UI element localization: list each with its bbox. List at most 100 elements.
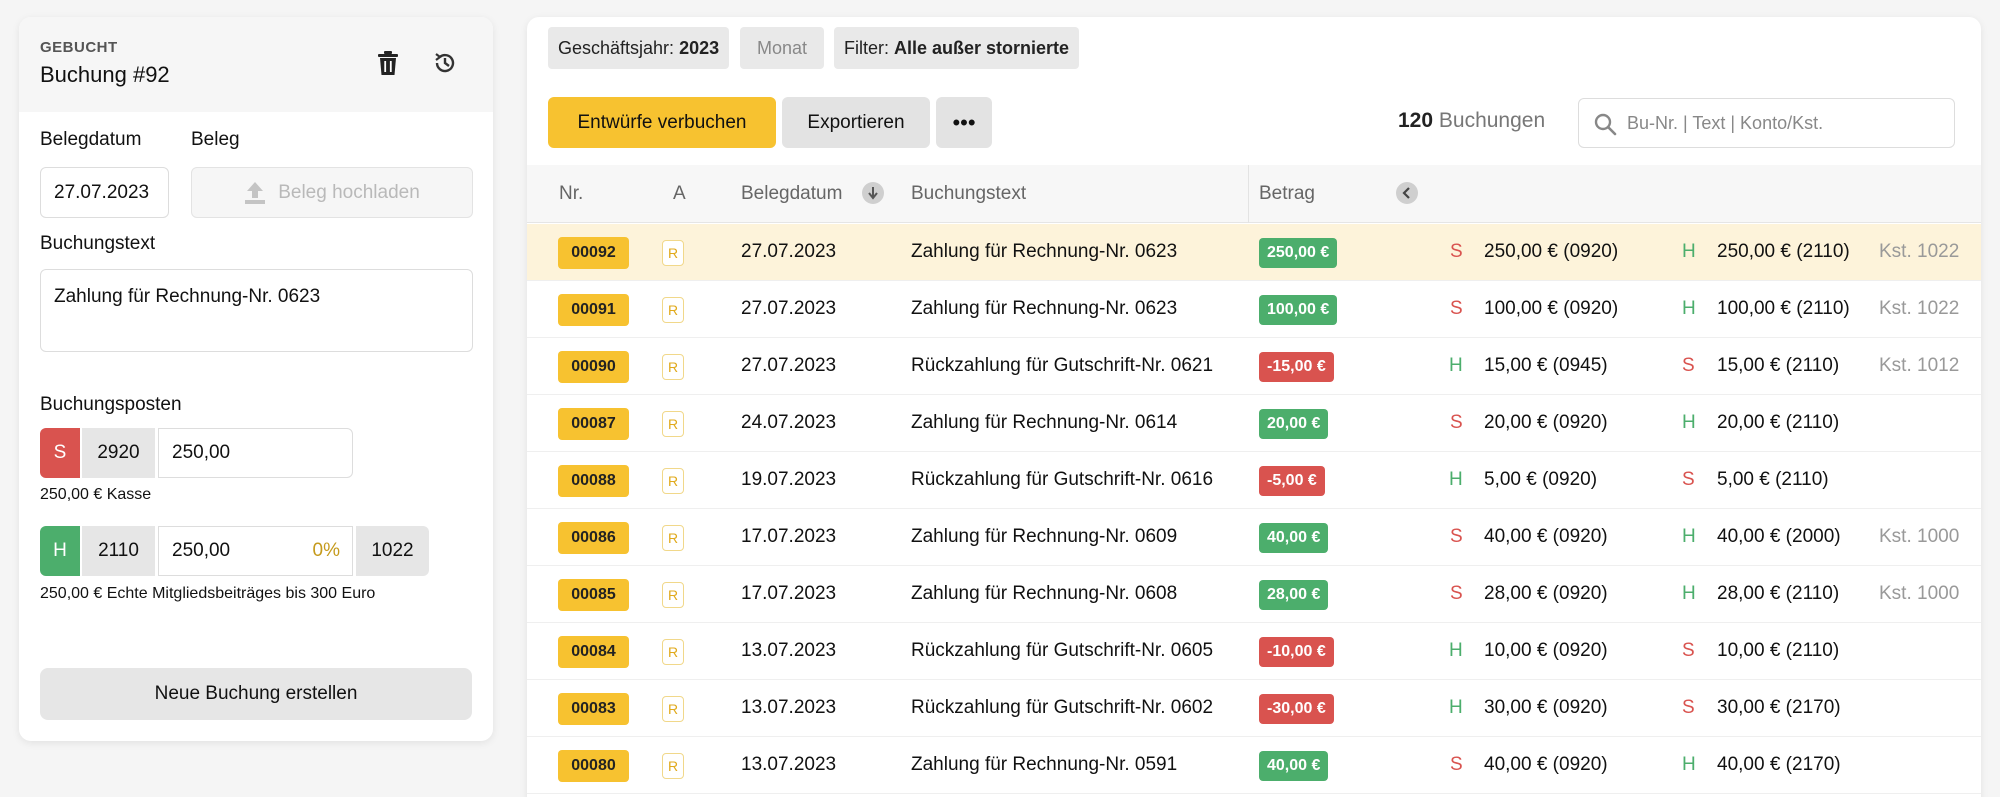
posten-side-badge[interactable]: H bbox=[40, 526, 80, 576]
table-row[interactable]: 00092 R 27.07.2023 Zahlung für Rechnung-Nr.… bbox=[527, 224, 1981, 281]
table-row[interactable]: 00080 R 13.07.2023 Zahlung für Rechnung-Nr.… bbox=[527, 737, 1981, 794]
type-badge: R bbox=[662, 297, 684, 323]
kostenstelle-cell: Kst. 1022 bbox=[1879, 298, 1960, 319]
column-header-a[interactable]: A bbox=[673, 183, 686, 205]
booking-number-badge: 00088 bbox=[558, 465, 629, 497]
buchungstext-cell: Zahlung für Rechnung-Nr. 0614 bbox=[911, 412, 1178, 433]
posting-2: 40,00 € (2000) bbox=[1717, 526, 1841, 547]
collapse-left-icon[interactable] bbox=[1396, 182, 1418, 204]
column-header-buchungstext[interactable]: Buchungstext bbox=[911, 183, 1026, 205]
sort-desc-icon[interactable] bbox=[862, 182, 884, 204]
buchungstext-cell: Zahlung für Rechnung-Nr. 0608 bbox=[911, 583, 1178, 604]
buchungstext-cell: Zahlung für Rechnung-Nr. 0623 bbox=[911, 298, 1178, 319]
table-row[interactable]: 00091 R 27.07.2023 Zahlung für Rechnung-Nr.… bbox=[527, 281, 1981, 338]
belegdatum-field[interactable]: 27.07.2023 bbox=[40, 167, 169, 218]
upload-icon bbox=[245, 181, 266, 204]
posting-2: 28,00 € (2110) bbox=[1717, 583, 1840, 604]
posten-note: 250,00 € Echte Mitgliedsbeiträges bis 30… bbox=[40, 585, 376, 602]
posting-2: 10,00 € (2110) bbox=[1717, 640, 1840, 661]
booking-number-badge: 00092 bbox=[558, 237, 629, 269]
posten-account-field[interactable]: 2110 bbox=[82, 526, 155, 576]
posting-side-2: S bbox=[1682, 640, 1695, 661]
posten-amount-field[interactable]: 250,00 bbox=[158, 428, 353, 478]
belegdatum-cell: 17.07.2023 bbox=[741, 583, 837, 604]
booking-title: Buchung #92 bbox=[40, 62, 170, 87]
buchungstext-cell: Rückzahlung für Gutschrift-Nr. 0621 bbox=[911, 355, 1214, 376]
column-header-betrag[interactable]: Betrag bbox=[1259, 183, 1315, 205]
belegdatum-label: Belegdatum bbox=[40, 129, 142, 150]
posting-side-1: H bbox=[1449, 355, 1463, 376]
month-chip[interactable]: Monat bbox=[740, 27, 825, 69]
booking-number-badge: 00080 bbox=[558, 750, 629, 782]
table-row[interactable]: 00084 R 13.07.2023 Rückzahlung für Gutschri… bbox=[527, 623, 1981, 680]
type-badge: R bbox=[662, 582, 684, 608]
amount-badge: 20,00 € bbox=[1259, 409, 1329, 439]
column-header-nr[interactable]: Nr. bbox=[559, 183, 583, 205]
search-input[interactable] bbox=[1627, 112, 1954, 134]
posting-side-1: S bbox=[1450, 412, 1463, 433]
amount-badge: -10,00 € bbox=[1259, 637, 1334, 667]
booking-header: GEBUCHT Buchung #92 bbox=[19, 17, 493, 112]
posten-account-field[interactable]: 2920 bbox=[82, 428, 155, 478]
fiscal-year-chip[interactable]: Geschäftsjahr: 2023 bbox=[548, 27, 730, 69]
buchungstext-cell: Zahlung für Rechnung-Nr. 0623 bbox=[911, 241, 1178, 262]
booking-number-badge: 00086 bbox=[558, 522, 629, 554]
more-options-button[interactable]: ••• bbox=[936, 97, 992, 148]
belegdatum-cell: 13.07.2023 bbox=[741, 640, 837, 661]
table-row[interactable]: 00087 R 24.07.2023 Zahlung für Rechnung-Nr.… bbox=[527, 395, 1981, 452]
posten-side-badge[interactable]: S bbox=[40, 428, 80, 478]
search-icon bbox=[1594, 113, 1617, 136]
status-label: GEBUCHT bbox=[40, 39, 118, 56]
amount-badge: -30,00 € bbox=[1259, 694, 1334, 724]
filter-label: Filter: bbox=[844, 37, 889, 58]
kostenstelle-cell: Kst. 1022 bbox=[1879, 241, 1960, 262]
belegdatum-cell: 27.07.2023 bbox=[741, 298, 837, 319]
beleg-label: Beleg bbox=[191, 129, 240, 150]
posten-kst-field[interactable]: 1022 bbox=[356, 526, 429, 576]
buchungstext-cell: Zahlung für Rechnung-Nr. 0591 bbox=[911, 754, 1178, 775]
amount-badge: 100,00 € bbox=[1259, 295, 1338, 325]
upload-receipt-button[interactable]: Beleg hochladen bbox=[191, 167, 473, 218]
export-button[interactable]: Exportieren bbox=[782, 97, 930, 148]
booking-count: 120 Buchungen bbox=[1398, 109, 1545, 133]
booking-number-badge: 00084 bbox=[558, 636, 629, 668]
search-box[interactable] bbox=[1578, 98, 1955, 148]
type-badge: R bbox=[662, 753, 684, 779]
history-button[interactable] bbox=[427, 45, 463, 81]
posting-2: 100,00 € (2110) bbox=[1717, 298, 1850, 319]
belegdatum-cell: 27.07.2023 bbox=[741, 241, 837, 262]
history-icon bbox=[435, 53, 455, 73]
posting-side-1: S bbox=[1450, 298, 1463, 319]
column-header-belegdatum[interactable]: Belegdatum bbox=[741, 183, 842, 205]
table-row[interactable]: 00088 R 19.07.2023 Rückzahlung für Gutschri… bbox=[527, 452, 1981, 509]
amount-badge: 40,00 € bbox=[1259, 751, 1329, 781]
buchungstext-cell: Zahlung für Rechnung-Nr. 0609 bbox=[911, 526, 1178, 547]
table-row[interactable]: 00090 R 27.07.2023 Rückzahlung für Gutschri… bbox=[527, 338, 1981, 395]
posting-side-2: H bbox=[1682, 412, 1696, 433]
delete-button[interactable] bbox=[370, 45, 406, 81]
booking-count-number: 120 bbox=[1398, 109, 1434, 132]
buchungstext-cell: Rückzahlung für Gutschrift-Nr. 0602 bbox=[911, 697, 1214, 718]
posting-side-1: H bbox=[1449, 640, 1463, 661]
filter-chip[interactable]: Filter: Alle außer stornierte bbox=[834, 27, 1080, 69]
posting-side-1: H bbox=[1449, 697, 1463, 718]
type-badge: R bbox=[662, 525, 684, 551]
posting-side-2: S bbox=[1682, 469, 1695, 490]
filter-value: Alle außer stornierte bbox=[894, 37, 1070, 58]
belegdatum-cell: 19.07.2023 bbox=[741, 469, 837, 490]
new-booking-button[interactable]: Neue Buchung erstellen bbox=[40, 668, 472, 720]
kostenstelle-cell: Kst. 1000 bbox=[1879, 583, 1960, 604]
posten-amount-field[interactable]: 250,00 0% bbox=[158, 526, 353, 576]
posting-2: 250,00 € (2110) bbox=[1717, 241, 1850, 262]
posting-side-1: S bbox=[1450, 583, 1463, 604]
posten-percent: 0% bbox=[312, 540, 340, 561]
amount-badge: 28,00 € bbox=[1259, 580, 1329, 610]
table-row[interactable]: 00083 R 13.07.2023 Rückzahlung für Gutschri… bbox=[527, 680, 1981, 737]
buchungstext-field[interactable]: Zahlung für Rechnung-Nr. 0623 bbox=[40, 269, 473, 352]
amount-badge: -15,00 € bbox=[1259, 352, 1334, 382]
post-drafts-button[interactable]: Entwürfe verbuchen bbox=[548, 97, 776, 148]
posting-2: 20,00 € (2110) bbox=[1717, 412, 1840, 433]
posting-2: 5,00 € (2110) bbox=[1717, 469, 1829, 490]
table-row[interactable]: 00086 R 17.07.2023 Zahlung für Rechnung-Nr.… bbox=[527, 509, 1981, 566]
table-row[interactable]: 00085 R 17.07.2023 Zahlung für Rechnung-Nr.… bbox=[527, 566, 1981, 623]
